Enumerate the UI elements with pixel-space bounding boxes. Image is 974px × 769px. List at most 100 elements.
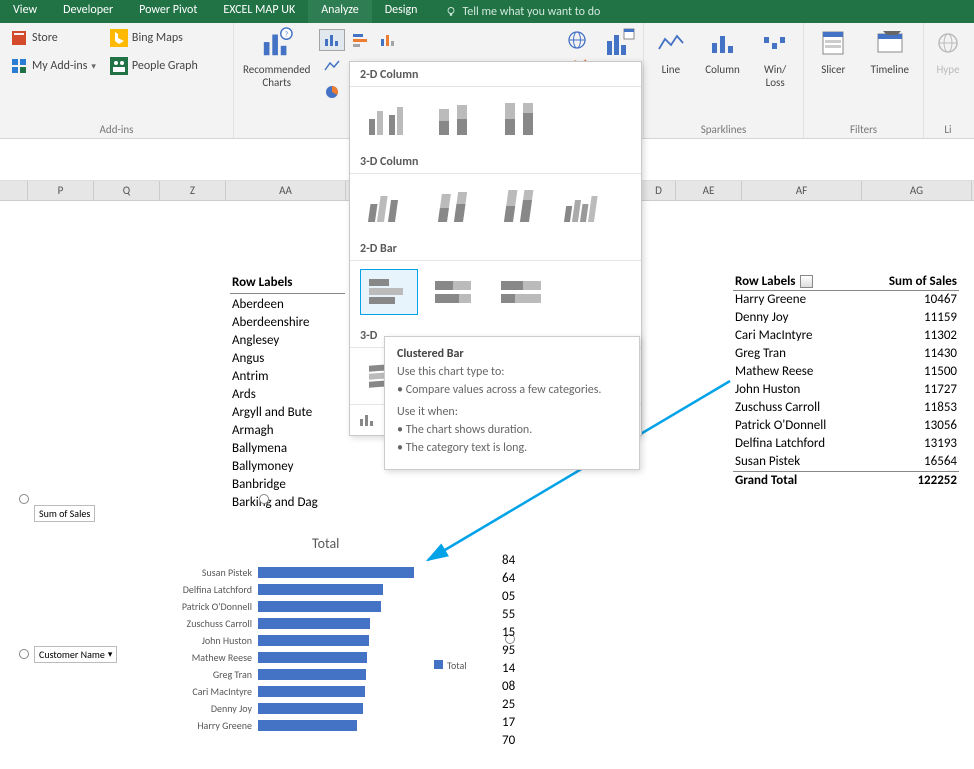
col-hdr-p[interactable]: P	[28, 181, 94, 200]
tell-me[interactable]: Tell me what you want to do	[431, 0, 601, 23]
chart-bar[interactable]	[258, 686, 365, 697]
chart-bar[interactable]	[258, 652, 367, 663]
grid-cell-value[interactable]: 64	[502, 571, 515, 586]
hierarchy-chart-dropdown[interactable]	[375, 29, 401, 51]
pivot-right-name[interactable]: Susan Pistek	[733, 453, 859, 472]
chart-bar[interactable]	[258, 567, 414, 578]
pivot-right-name[interactable]: Zuschuss Carroll	[733, 399, 859, 417]
pivot-right-name[interactable]: Mathew Reese	[733, 363, 859, 381]
stacked-column-thumb[interactable]	[426, 95, 484, 141]
pivot-right-name[interactable]: Patrick O'Donnell	[733, 417, 859, 435]
3d-stacked-column-thumb[interactable]	[426, 182, 484, 228]
column-chart-dropdown[interactable]	[319, 29, 345, 51]
chart-bar[interactable]	[258, 669, 366, 680]
pivot-left-row[interactable]: Anglesey	[230, 332, 345, 350]
chart-resize-handle[interactable]	[19, 494, 29, 504]
col-hdr-ag[interactable]: AG	[862, 181, 972, 200]
grid-cell-value[interactable]: 25	[502, 697, 515, 712]
pivot-left-row[interactable]: Ballymena	[230, 440, 345, 458]
pivot-left-row[interactable]: Ballymoney	[230, 458, 345, 476]
sparkline-column-button[interactable]: Column	[698, 27, 748, 89]
pivot-right-name[interactable]: Harry Greene	[733, 291, 859, 310]
pivot-right-h1[interactable]: Row Labels	[735, 274, 796, 289]
pivot-left-row[interactable]: Aberdeenshire	[230, 314, 345, 332]
grid-cell-value[interactable]: 70	[502, 733, 515, 748]
my-addins-button[interactable]: My Add-ins ▾	[6, 55, 100, 77]
pie-chart-dropdown[interactable]	[319, 81, 345, 103]
chart-resize-handle[interactable]	[259, 494, 269, 504]
chart-title[interactable]: Total	[312, 535, 339, 552]
chart-bar[interactable]	[258, 703, 363, 714]
chart-bar[interactable]	[258, 618, 370, 629]
pivot-right-value[interactable]: 16564	[859, 453, 959, 472]
chart-resize-handle[interactable]	[19, 649, 29, 659]
pivot-right-value[interactable]: 11727	[859, 381, 959, 399]
pivot-right-name[interactable]: Delfina Latchford	[733, 435, 859, 453]
pivot-right-value[interactable]: 10467	[859, 291, 959, 310]
grid-cell-value[interactable]: 15	[502, 625, 515, 640]
grid-cell-value[interactable]: 14	[502, 661, 515, 676]
grand-total-value[interactable]: 122252	[859, 472, 959, 491]
pivot-right-value[interactable]: 13056	[859, 417, 959, 435]
stacked-bar-thumb[interactable]	[426, 269, 484, 315]
pivot-right-name[interactable]: Denny Joy	[733, 309, 859, 327]
col-hdr-z[interactable]: Z	[160, 181, 226, 200]
col-hdr-q[interactable]: Q	[94, 181, 160, 200]
pivot-left-row[interactable]: Antrim	[230, 368, 345, 386]
timeline-button[interactable]: Timeline	[863, 27, 917, 76]
pivot-right-name[interactable]: Cari MacIntyre	[733, 327, 859, 345]
chart-bar[interactable]	[258, 601, 381, 612]
col-hdr-aa[interactable]: AA	[226, 181, 346, 200]
pivot-left-row[interactable]: Ards	[230, 386, 345, 404]
pivot-left-row[interactable]: Aberdeen	[230, 296, 345, 314]
tab-developer[interactable]: Developer	[50, 0, 126, 23]
bar-chart-dropdown[interactable]	[347, 29, 373, 51]
tab-excelmapuk[interactable]: EXCEL MAP UK	[210, 0, 308, 23]
3d-100pct-column-thumb[interactable]	[492, 182, 550, 228]
100pct-stacked-column-thumb[interactable]	[492, 95, 550, 141]
col-hdr-af[interactable]: AF	[742, 181, 862, 200]
pivotchart-button[interactable]	[604, 27, 637, 59]
grand-total-label[interactable]: Grand Total	[733, 472, 859, 491]
pivot-left-header[interactable]: Row Labels	[232, 275, 293, 290]
sparkline-line-button[interactable]: Line	[650, 27, 692, 89]
grid-cell-value[interactable]: 95	[502, 643, 515, 658]
chart-bar[interactable]	[258, 635, 369, 646]
slicer-button[interactable]: Slicer	[810, 27, 857, 76]
pivot-right-value[interactable]: 11302	[859, 327, 959, 345]
pivot-right-name[interactable]: John Huston	[733, 381, 859, 399]
col-hdr-d[interactable]: D	[642, 181, 676, 200]
pivot-right-value[interactable]: 11430	[859, 345, 959, 363]
col-hdr-ae[interactable]: AE	[676, 181, 742, 200]
pivot-left-row[interactable]: Argyll and Bute	[230, 404, 345, 422]
3d-column-thumb[interactable]	[558, 182, 616, 228]
pivot-right-value[interactable]: 11853	[859, 399, 959, 417]
clustered-bar-thumb[interactable]	[360, 269, 418, 315]
recommended-charts-button[interactable]: ? Recommended Charts	[240, 27, 313, 89]
grid-cell-value[interactable]: 55	[502, 607, 515, 622]
people-graph-button[interactable]: People Graph	[106, 55, 202, 77]
100pct-stacked-bar-thumb[interactable]	[492, 269, 550, 315]
chart-value-field-button[interactable]: Sum of Sales	[34, 505, 95, 522]
pivot-left-row[interactable]: Angus	[230, 350, 345, 368]
bing-maps-button[interactable]: Bing Maps	[106, 27, 202, 49]
store-button[interactable]: Store	[6, 27, 100, 49]
pivot-left-row[interactable]: Armagh	[230, 422, 345, 440]
tab-view[interactable]: View	[0, 0, 50, 23]
pivot-right-value[interactable]: 11500	[859, 363, 959, 381]
grid-cell-value[interactable]: 08	[502, 679, 515, 694]
pivot-left-row[interactable]: Banbridge	[230, 476, 345, 494]
3d-clustered-column-thumb[interactable]	[360, 182, 418, 228]
tab-analyze[interactable]: Analyze	[308, 0, 372, 23]
tab-design[interactable]: Design	[372, 0, 431, 23]
chart-legend[interactable]: Total	[434, 659, 467, 672]
sparkline-winloss-button[interactable]: Win/ Loss	[753, 27, 797, 89]
tab-powerpivot[interactable]: Power Pivot	[126, 0, 210, 23]
pivot-filter-icon[interactable]	[800, 275, 813, 288]
pivot-right-name[interactable]: Greg Tran	[733, 345, 859, 363]
grid-cell-value[interactable]: 05	[502, 589, 515, 604]
pivot-right-h2[interactable]: Sum of Sales	[889, 274, 957, 289]
hyperlink-button[interactable]: Hype	[930, 27, 966, 76]
map-chart-dropdown[interactable]	[564, 29, 590, 51]
grid-cell-value[interactable]: 17	[502, 715, 515, 730]
